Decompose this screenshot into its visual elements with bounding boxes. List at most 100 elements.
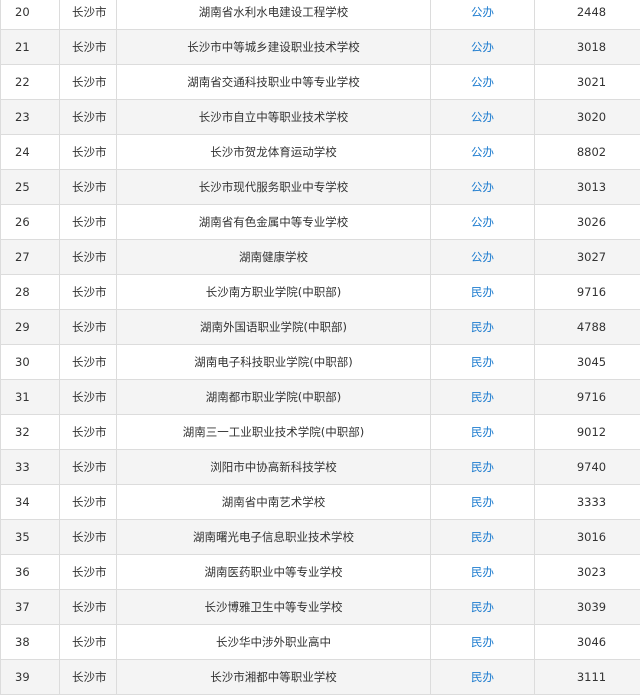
row-number-cell: 29 bbox=[0, 309, 60, 345]
school-type-link[interactable]: 公办 bbox=[471, 5, 494, 19]
school-type-cell: 民办 bbox=[430, 309, 535, 345]
school-type-cell: 民办 bbox=[430, 519, 535, 555]
school-type-cell: 公办 bbox=[430, 64, 535, 100]
school-type-cell: 公办 bbox=[430, 239, 535, 275]
city-cell: 长沙市 bbox=[59, 414, 117, 450]
city-cell: 长沙市 bbox=[59, 169, 117, 205]
row-number-cell: 22 bbox=[0, 64, 60, 100]
school-type-cell: 民办 bbox=[430, 414, 535, 450]
school-name-cell: 长沙博雅卫生中等专业学校 bbox=[116, 589, 431, 625]
city-cell: 长沙市 bbox=[59, 134, 117, 170]
row-number-cell: 36 bbox=[0, 554, 60, 590]
school-type-cell: 民办 bbox=[430, 484, 535, 520]
school-type-link[interactable]: 公办 bbox=[471, 215, 494, 229]
row-number-cell: 32 bbox=[0, 414, 60, 450]
school-type-cell: 民办 bbox=[430, 449, 535, 485]
school-name-cell: 湖南都市职业学院(中职部) bbox=[116, 379, 431, 415]
school-type-cell: 公办 bbox=[430, 0, 535, 30]
city-cell: 长沙市 bbox=[59, 204, 117, 240]
city-cell: 长沙市 bbox=[59, 239, 117, 275]
row-number-cell: 25 bbox=[0, 169, 60, 205]
city-cell: 长沙市 bbox=[59, 624, 117, 660]
school-table: 20 长沙市 湖南省水利水电建设工程学校 公办 2448 21 长沙市 长沙市中等城乡建设职业… bbox=[0, 0, 640, 695]
row-number-cell: 26 bbox=[0, 204, 60, 240]
school-type-link[interactable]: 公办 bbox=[471, 75, 494, 89]
school-type-link[interactable]: 民办 bbox=[471, 460, 494, 474]
table-row: 34 长沙市 湖南省中南艺术学校 民办 3333 bbox=[0, 484, 640, 520]
school-type-link[interactable]: 公办 bbox=[471, 110, 494, 124]
city-cell: 长沙市 bbox=[59, 309, 117, 345]
school-type-link[interactable]: 民办 bbox=[471, 495, 494, 509]
school-type-link[interactable]: 民办 bbox=[471, 600, 494, 614]
school-code-cell: 3013 bbox=[534, 169, 640, 205]
school-name-cell: 湖南电子科技职业学院(中职部) bbox=[116, 344, 431, 380]
school-type-link[interactable]: 民办 bbox=[471, 425, 494, 439]
school-code-cell: 3111 bbox=[534, 659, 640, 695]
school-type-link[interactable]: 民办 bbox=[471, 670, 494, 684]
school-type-cell: 民办 bbox=[430, 589, 535, 625]
school-type-link[interactable]: 民办 bbox=[471, 285, 494, 299]
school-type-link[interactable]: 公办 bbox=[471, 180, 494, 194]
school-name-cell: 湖南曙光电子信息职业技术学校 bbox=[116, 519, 431, 555]
table-row: 31 长沙市 湖南都市职业学院(中职部) 民办 9716 bbox=[0, 379, 640, 415]
table-row: 37 长沙市 长沙博雅卫生中等专业学校 民办 3039 bbox=[0, 589, 640, 625]
school-type-cell: 民办 bbox=[430, 659, 535, 695]
school-code-cell: 8802 bbox=[534, 134, 640, 170]
school-code-cell: 3026 bbox=[534, 204, 640, 240]
school-name-cell: 长沙市中等城乡建设职业技术学校 bbox=[116, 29, 431, 65]
table-row: 20 长沙市 湖南省水利水电建设工程学校 公办 2448 bbox=[0, 0, 640, 30]
school-code-cell: 3333 bbox=[534, 484, 640, 520]
school-type-cell: 公办 bbox=[430, 99, 535, 135]
school-name-cell: 浏阳市中协高新科技学校 bbox=[116, 449, 431, 485]
school-type-link[interactable]: 公办 bbox=[471, 40, 494, 54]
school-type-link[interactable]: 民办 bbox=[471, 320, 494, 334]
table-row: 22 长沙市 湖南省交通科技职业中等专业学校 公办 3021 bbox=[0, 64, 640, 100]
row-number-cell: 33 bbox=[0, 449, 60, 485]
school-code-cell: 3020 bbox=[534, 99, 640, 135]
row-number-cell: 39 bbox=[0, 659, 60, 695]
school-name-cell: 长沙南方职业学院(中职部) bbox=[116, 274, 431, 310]
school-type-cell: 公办 bbox=[430, 169, 535, 205]
school-name-cell: 长沙市自立中等职业技术学校 bbox=[116, 99, 431, 135]
table-row: 23 长沙市 长沙市自立中等职业技术学校 公办 3020 bbox=[0, 99, 640, 135]
school-type-link[interactable]: 民办 bbox=[471, 390, 494, 404]
school-code-cell: 9740 bbox=[534, 449, 640, 485]
school-type-link[interactable]: 公办 bbox=[471, 250, 494, 264]
school-type-cell: 公办 bbox=[430, 204, 535, 240]
school-code-cell: 3027 bbox=[534, 239, 640, 275]
school-type-link[interactable]: 公办 bbox=[471, 145, 494, 159]
school-type-cell: 民办 bbox=[430, 379, 535, 415]
row-number-cell: 34 bbox=[0, 484, 60, 520]
school-name-cell: 湖南医药职业中等专业学校 bbox=[116, 554, 431, 590]
row-number-cell: 23 bbox=[0, 99, 60, 135]
city-cell: 长沙市 bbox=[59, 344, 117, 380]
table-row: 29 长沙市 湖南外国语职业学院(中职部) 民办 4788 bbox=[0, 309, 640, 345]
school-code-cell: 3018 bbox=[534, 29, 640, 65]
school-type-link[interactable]: 民办 bbox=[471, 355, 494, 369]
school-name-cell: 湖南外国语职业学院(中职部) bbox=[116, 309, 431, 345]
school-type-link[interactable]: 民办 bbox=[471, 565, 494, 579]
school-type-link[interactable]: 民办 bbox=[471, 635, 494, 649]
city-cell: 长沙市 bbox=[59, 0, 117, 30]
city-cell: 长沙市 bbox=[59, 99, 117, 135]
school-type-cell: 民办 bbox=[430, 344, 535, 380]
row-number-cell: 20 bbox=[0, 0, 60, 30]
row-number-cell: 21 bbox=[0, 29, 60, 65]
school-type-link[interactable]: 民办 bbox=[471, 530, 494, 544]
school-type-cell: 民办 bbox=[430, 624, 535, 660]
city-cell: 长沙市 bbox=[59, 64, 117, 100]
table-row: 36 长沙市 湖南医药职业中等专业学校 民办 3023 bbox=[0, 554, 640, 590]
school-name-cell: 湖南省有色金属中等专业学校 bbox=[116, 204, 431, 240]
school-name-cell: 长沙市湘都中等职业学校 bbox=[116, 659, 431, 695]
city-cell: 长沙市 bbox=[59, 29, 117, 65]
row-number-cell: 30 bbox=[0, 344, 60, 380]
row-number-cell: 31 bbox=[0, 379, 60, 415]
table-row: 28 长沙市 长沙南方职业学院(中职部) 民办 9716 bbox=[0, 274, 640, 310]
school-type-cell: 民办 bbox=[430, 274, 535, 310]
row-number-cell: 37 bbox=[0, 589, 60, 625]
city-cell: 长沙市 bbox=[59, 484, 117, 520]
table-row: 33 长沙市 浏阳市中协高新科技学校 民办 9740 bbox=[0, 449, 640, 485]
school-name-cell: 湖南健康学校 bbox=[116, 239, 431, 275]
table-row: 24 长沙市 长沙市贺龙体育运动学校 公办 8802 bbox=[0, 134, 640, 170]
table-row: 21 长沙市 长沙市中等城乡建设职业技术学校 公办 3018 bbox=[0, 29, 640, 65]
